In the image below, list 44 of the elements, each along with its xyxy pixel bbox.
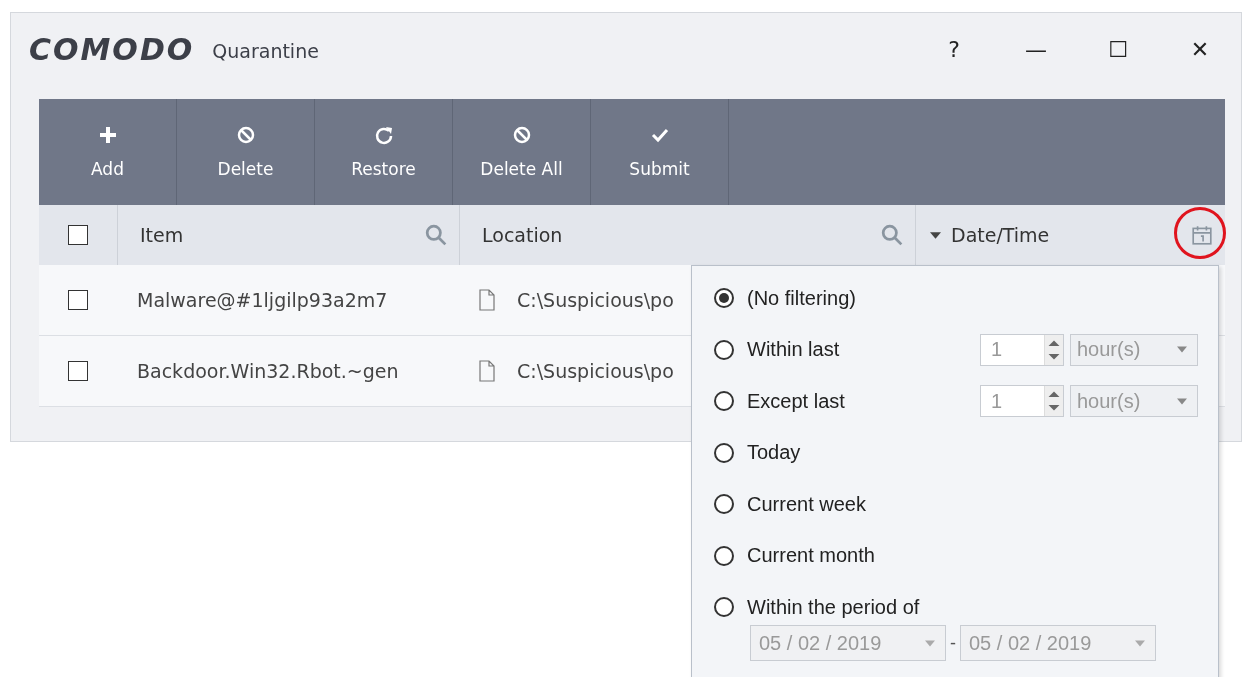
dropdown-arrow-icon (1177, 397, 1187, 405)
maximize-button[interactable]: ☐ (1077, 24, 1159, 74)
select-all-checkbox[interactable] (68, 225, 88, 245)
minimize-button[interactable]: — (995, 24, 1077, 74)
row-checkbox[interactable] (68, 290, 88, 310)
radio-button[interactable] (714, 597, 734, 617)
option-label[interactable]: Today (747, 441, 957, 464)
document-icon (479, 289, 495, 311)
column-title[interactable]: Location (482, 224, 563, 246)
help-button[interactable]: ? (913, 24, 995, 74)
option-label[interactable]: Except last (747, 389, 957, 413)
table-cell: C:\Suspicious\po (517, 360, 674, 382)
radio-button[interactable] (714, 288, 734, 308)
dropdown-arrow-icon (925, 639, 935, 647)
table-cell: Malware@#1ljgilp93a2m7 (137, 289, 388, 311)
sort-arrow-icon[interactable] (930, 231, 941, 239)
row-checkbox[interactable] (68, 361, 88, 381)
spinner-arrows-icon[interactable] (1044, 386, 1063, 416)
date-separator: - (950, 632, 956, 654)
option-label[interactable]: Current month (747, 544, 957, 567)
option-label[interactable]: Current week (747, 492, 957, 516)
table-cell: C:\Suspicious\po (517, 289, 674, 311)
close-button[interactable]: ✕ (1159, 24, 1241, 74)
prohibited-icon (235, 125, 256, 145)
radio-button[interactable] (714, 545, 734, 566)
logo-text: COMODO (29, 31, 195, 67)
dropdown-arrow-icon (1177, 346, 1187, 353)
radio-button[interactable] (714, 391, 734, 411)
option-label[interactable]: Within last (747, 338, 957, 361)
prohibited-icon (511, 125, 532, 145)
option-label[interactable]: (No filtering) (747, 286, 957, 310)
radio-button[interactable] (714, 442, 734, 463)
radio-button[interactable] (714, 494, 734, 514)
plus-icon (97, 125, 118, 145)
radio-button[interactable] (714, 339, 734, 360)
refresh-icon (373, 125, 394, 145)
document-icon (479, 360, 495, 382)
column-title[interactable]: Date/Time (951, 224, 1050, 246)
table-cell: Backdoor.Win32.Rbot.~gen (137, 360, 399, 382)
option-label[interactable]: Within the period of (747, 595, 957, 619)
column-title[interactable]: Item (140, 224, 184, 246)
spinner-arrows-icon[interactable] (1044, 334, 1063, 365)
window-title: Quarantine (212, 40, 319, 62)
dropdown-arrow-icon (1135, 639, 1145, 647)
